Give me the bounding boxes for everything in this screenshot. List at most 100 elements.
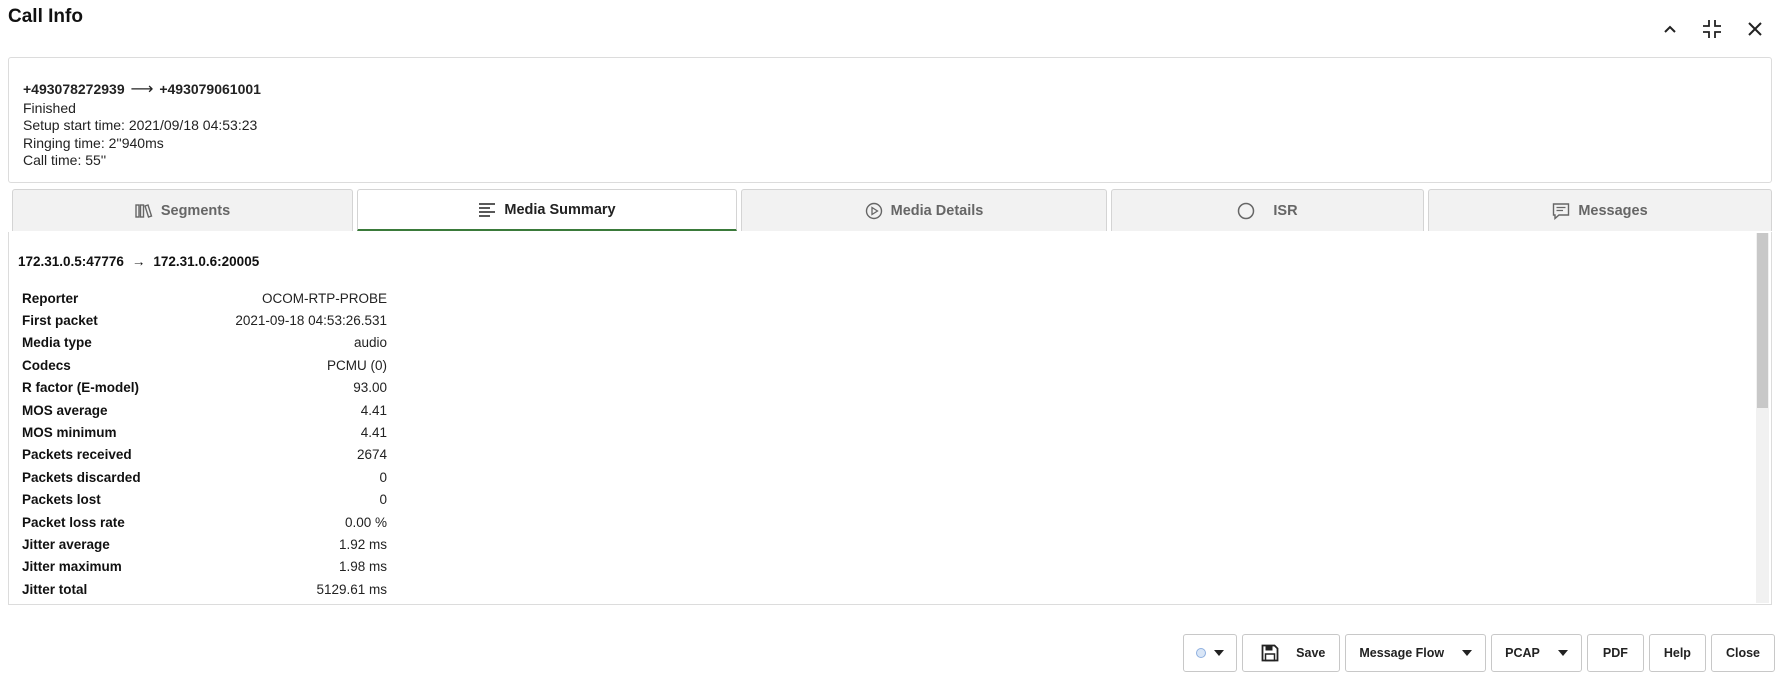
close-label: Close xyxy=(1725,646,1760,660)
scrollbar-thumb[interactable] xyxy=(1757,233,1768,408)
tab-label: Segments xyxy=(160,202,231,219)
tab-media-summary[interactable]: Media Summary xyxy=(357,189,737,231)
window-title: Call Info xyxy=(8,6,83,27)
message-flow-button[interactable]: Message Flow xyxy=(1345,634,1487,672)
metric-value: 2674 xyxy=(356,447,387,463)
message-icon xyxy=(1553,202,1570,220)
tab-messages[interactable]: Messages xyxy=(1428,189,1772,231)
status-dropdown-button[interactable] xyxy=(1183,634,1238,672)
stream-arrow: → xyxy=(131,254,146,269)
metric-label: Codecs xyxy=(22,357,71,373)
metric-value: 2021-09-18 04:53:26.531 xyxy=(235,313,387,329)
media-metrics-table: Reporter OCOM-RTP-PROBE First packet 2021-0… xyxy=(22,287,387,600)
play-circle-icon xyxy=(865,202,882,219)
caret-down-icon xyxy=(1557,650,1568,656)
metric-value: audio xyxy=(353,335,387,351)
minimize-icon xyxy=(1703,20,1721,38)
segments-icon xyxy=(135,203,153,218)
metric-value: OCOM-RTP-PROBE xyxy=(261,290,387,306)
metric-label: Packets lost xyxy=(22,492,101,508)
pcap-label: PCAP xyxy=(1505,646,1540,660)
tab-isr[interactable]: ISR xyxy=(1111,189,1424,231)
call-summary: +493078272939 ⟶ +493079061001 Finished S… xyxy=(8,57,1772,183)
tab-bar: Segments Media Summary Media Details ISR… xyxy=(12,189,1772,232)
help-button[interactable]: Help xyxy=(1648,634,1706,672)
tab-segments[interactable]: Segments xyxy=(12,189,353,231)
tab-label: Messages xyxy=(1578,202,1648,219)
metric-label: Media type xyxy=(22,335,92,351)
route-arrow: ⟶ xyxy=(130,81,154,98)
pdf-label: PDF xyxy=(1602,646,1628,660)
metric-value: 1.92 ms xyxy=(338,536,387,552)
circle-icon xyxy=(1238,202,1255,219)
close-button[interactable]: Close xyxy=(1710,634,1775,672)
message-flow-label: Message Flow xyxy=(1359,646,1445,660)
metric-value: 5129.61 ms xyxy=(316,581,387,597)
footer-toolbar: Save Message Flow PCAP PDF Help Close xyxy=(1183,634,1775,672)
metric-label: Jitter total xyxy=(22,581,88,597)
chevron-up-icon xyxy=(1664,25,1676,33)
metric-value: 93.00 xyxy=(353,380,387,396)
metric-label: Reporter xyxy=(22,290,79,306)
metric-row: Jitter maximum 1.98 ms xyxy=(22,556,387,578)
metric-label: Packets received xyxy=(22,447,132,463)
metric-row: Packets lost 0 xyxy=(22,489,387,511)
stream-source: 172.31.0.5:47776 xyxy=(18,254,124,269)
call-time: Call time: 55'' xyxy=(23,152,107,169)
metric-label: MOS minimum xyxy=(22,425,117,441)
metric-row: Jitter average 1.92 ms xyxy=(22,533,387,555)
metric-row: Packets discarded 0 xyxy=(22,466,387,488)
metric-label: R factor (E-model) xyxy=(22,380,140,396)
metric-row: Packets received 2674 xyxy=(22,444,387,466)
caret-down-icon xyxy=(1462,650,1473,656)
metric-row: MOS minimum 4.41 xyxy=(22,421,387,443)
metric-value: PCMU (0) xyxy=(327,357,387,373)
metric-label: Jitter average xyxy=(22,536,110,552)
metric-row: Reporter OCOM-RTP-PROBE xyxy=(22,287,387,309)
metric-value: 1.98 ms xyxy=(338,559,387,575)
call-status: Finished xyxy=(23,99,76,116)
metric-row: Jitter total 5129.61 ms xyxy=(22,578,387,600)
close-window-button[interactable] xyxy=(1740,14,1770,44)
help-label: Help xyxy=(1663,646,1691,660)
list-lines-icon xyxy=(479,202,496,217)
status-dot-icon xyxy=(1196,648,1207,658)
metric-row: Codecs PCMU (0) xyxy=(22,354,387,376)
callee-number: +493079061001 xyxy=(159,81,261,97)
close-icon xyxy=(1748,22,1762,36)
metric-label: Jitter maximum xyxy=(22,559,122,575)
tab-media-details[interactable]: Media Details xyxy=(741,189,1107,231)
metric-row: R factor (E-model) 93.00 xyxy=(22,377,387,399)
media-summary-panel: 172.31.0.5:47776 → 172.31.0.6:20005 Report… xyxy=(8,232,1772,605)
metric-value: 0.00 % xyxy=(344,514,387,530)
pcap-button[interactable]: PCAP xyxy=(1491,634,1582,672)
scrollbar[interactable] xyxy=(1756,233,1769,603)
pdf-button[interactable]: PDF xyxy=(1586,634,1644,672)
collapse-button[interactable] xyxy=(1655,14,1685,44)
metric-label: MOS average xyxy=(22,402,108,418)
save-label: Save xyxy=(1296,646,1326,660)
stream-destination: 172.31.0.6:20005 xyxy=(153,254,260,269)
metric-label: Packet loss rate xyxy=(22,514,125,530)
metric-row: MOS average 4.41 xyxy=(22,399,387,421)
floppy-disk-icon xyxy=(1261,644,1279,662)
metric-label: First packet xyxy=(22,313,98,329)
ringing-time: Ringing time: 2''940ms xyxy=(23,134,164,151)
metric-row: Media type audio xyxy=(22,332,387,354)
minimize-button[interactable] xyxy=(1697,14,1727,44)
save-button[interactable]: Save xyxy=(1242,634,1341,672)
tab-label: Media Details xyxy=(890,202,984,219)
metric-row: First packet 2021-09-18 04:53:26.531 xyxy=(22,309,387,331)
metric-value: 0 xyxy=(379,492,387,508)
caret-down-icon xyxy=(1214,650,1225,656)
call-route: +493078272939 ⟶ +493079061001 xyxy=(23,81,1771,99)
metric-label: Packets discarded xyxy=(22,469,141,485)
metric-value: 4.41 xyxy=(360,402,387,418)
tab-label: Media Summary xyxy=(504,201,616,218)
metric-value: 0 xyxy=(379,469,387,485)
metric-row: Packet loss rate 0.00 % xyxy=(22,511,387,533)
metric-value: 4.41 xyxy=(360,425,387,441)
setup-start-time: Setup start time: 2021/09/18 04:53:23 xyxy=(23,117,258,134)
tab-label: ISR xyxy=(1273,202,1298,219)
caller-number: +493078272939 xyxy=(23,81,125,97)
